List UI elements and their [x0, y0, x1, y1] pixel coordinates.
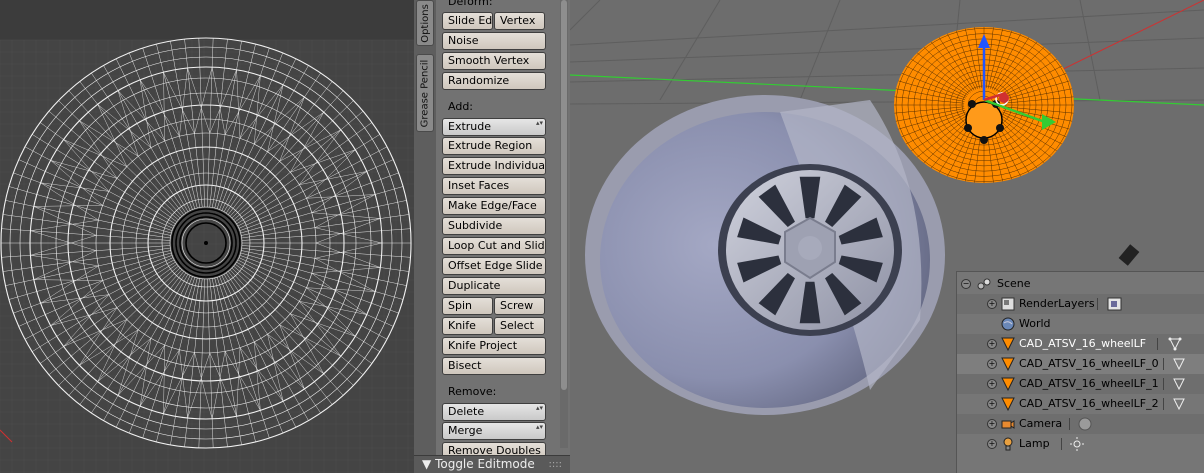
knife-select-button[interactable]: Select — [494, 317, 545, 335]
mesh-object-icon — [1001, 377, 1015, 391]
mesh-object-icon — [1001, 357, 1015, 371]
render-layers-icon — [1001, 297, 1015, 311]
outliner-row-wheel-2[interactable]: + CAD_ATSV_16_wheelLF_2 — [957, 394, 1204, 414]
delete-menu[interactable]: Delete — [442, 403, 546, 421]
outliner-item-label: Scene — [997, 277, 1031, 290]
camera-icon — [1001, 420, 1015, 429]
toggle-editmode-panel[interactable]: ▼ Toggle Editmode :::: — [414, 455, 570, 473]
separator — [1061, 438, 1062, 450]
offset-edge-slide-button[interactable]: Offset Edge Slide — [442, 257, 546, 275]
merge-menu[interactable]: Merge — [442, 422, 546, 440]
knife-project-button[interactable]: Knife Project — [442, 337, 546, 355]
expand-toggle-icon[interactable]: + — [987, 399, 997, 409]
knife-button[interactable]: Knife — [442, 317, 493, 335]
tab-options[interactable]: Options — [416, 0, 434, 46]
vertex-slide-button[interactable]: Vertex — [494, 12, 545, 30]
outliner-item-label: CAD_ATSV_16_wheelLF_2 — [1019, 397, 1159, 410]
collapse-toggle-icon[interactable]: − — [961, 279, 971, 289]
slide-edge-button[interactable]: Slide Ed — [442, 12, 493, 30]
mesh-object-icon — [1001, 337, 1015, 351]
expand-toggle-icon[interactable]: + — [987, 419, 997, 429]
loop-cut-and-slide-button[interactable]: Loop Cut and Slide — [442, 237, 546, 255]
outliner-item-label: RenderLayers — [1019, 297, 1095, 310]
spin-button[interactable]: Spin — [442, 297, 493, 315]
lamp-data-icon[interactable] — [1069, 436, 1085, 452]
outliner-row-wheel-0[interactable]: + CAD_ATSV_16_wheelLF_0 — [957, 354, 1204, 374]
add-section-label: Add: — [448, 100, 474, 113]
outliner-row-wheel-1[interactable]: + CAD_ATSV_16_wheelLF_1 — [957, 374, 1204, 394]
collapse-triangle-icon: ▼ — [422, 457, 432, 471]
outliner-item-label: Camera — [1019, 417, 1063, 430]
outliner-item-label: World — [1019, 317, 1051, 330]
screw-button[interactable]: Screw — [494, 297, 545, 315]
separator — [1163, 398, 1164, 410]
separator — [1163, 358, 1164, 370]
lamp-icon — [1003, 437, 1013, 451]
tool-shelf: Options Grease Pencil Deform: Slide Ed V… — [414, 0, 570, 473]
separator — [1157, 338, 1158, 350]
tools-panel: Deform: Slide Ed Vertex Noise Smooth Ver… — [438, 0, 558, 460]
expand-toggle-icon[interactable]: + — [987, 339, 997, 349]
tool-shelf-tabs: Options Grease Pencil — [414, 0, 436, 473]
scrollbar-thumb[interactable] — [561, 0, 567, 390]
inset-faces-button[interactable]: Inset Faces — [442, 177, 546, 195]
outliner-row-renderlayers[interactable]: + RenderLayers — [957, 294, 1204, 314]
deform-section-label: Deform: — [448, 0, 493, 8]
world-icon — [1001, 317, 1015, 331]
outliner-row-scene[interactable]: − Scene — [957, 274, 1204, 294]
grid-floor — [570, 0, 1204, 105]
subdivide-button[interactable]: Subdivide — [442, 217, 546, 235]
scene-icon — [977, 278, 991, 290]
separator — [1069, 418, 1070, 430]
mesh-data-icon[interactable] — [1167, 336, 1183, 352]
render-layer-restrict-icon[interactable] — [1107, 296, 1123, 312]
outliner-row-world[interactable]: World — [957, 314, 1204, 334]
mesh-data-icon[interactable] — [1171, 356, 1187, 372]
lamp-object-silhouette — [1118, 244, 1140, 266]
expand-toggle-icon[interactable]: + — [987, 379, 997, 389]
expand-toggle-icon[interactable]: + — [987, 359, 997, 369]
extrude-individual-button[interactable]: Extrude Individual — [442, 157, 546, 175]
outliner-item-label: CAD_ATSV_16_wheelLF_1 — [1019, 377, 1159, 390]
drag-grip-icon[interactable]: :::: — [549, 456, 562, 473]
extrude-region-button[interactable]: Extrude Region — [442, 137, 546, 155]
outliner-row-camera[interactable]: + Camera — [957, 414, 1204, 434]
outliner-row-lamp[interactable]: + Lamp — [957, 434, 1204, 454]
outliner-item-label: Lamp — [1019, 437, 1050, 450]
mesh-object-icon — [1001, 397, 1015, 411]
bisect-button[interactable]: Bisect — [442, 357, 546, 375]
noise-button[interactable]: Noise — [442, 32, 546, 50]
extrude-menu[interactable]: Extrude — [442, 118, 546, 136]
outliner-item-label: CAD_ATSV_16_wheelLF — [1019, 337, 1147, 350]
outliner-item-label: CAD_ATSV_16_wheelLF_0 — [1019, 357, 1159, 370]
separator — [1097, 298, 1098, 310]
tab-grease-pencil[interactable]: Grease Pencil — [416, 54, 434, 132]
x-axis-line — [570, 74, 1204, 106]
mesh-data-icon[interactable] — [1171, 396, 1187, 412]
make-edge-face-button[interactable]: Make Edge/Face — [442, 197, 546, 215]
toggle-editmode-label: Toggle Editmode — [435, 457, 535, 471]
expand-toggle-icon[interactable]: + — [987, 299, 997, 309]
tool-shelf-scrollbar[interactable] — [560, 0, 568, 448]
camera-data-icon[interactable] — [1077, 416, 1093, 432]
mesh-data-icon[interactable] — [1171, 376, 1187, 392]
outliner-panel: − Scene + RenderLayers World + CAD_ATSV_… — [956, 271, 1204, 473]
expand-toggle-icon[interactable]: + — [987, 439, 997, 449]
smooth-vertex-button[interactable]: Smooth Vertex — [442, 52, 546, 70]
wireframe-wheel-mesh — [0, 37, 414, 473]
outliner-row-wheel[interactable]: + CAD_ATSV_16_wheelLF — [957, 334, 1204, 354]
wheel-render — [585, 95, 945, 415]
left-3d-viewport[interactable] — [0, 0, 414, 473]
remove-section-label: Remove: — [448, 385, 497, 398]
duplicate-button[interactable]: Duplicate — [442, 277, 546, 295]
randomize-button[interactable]: Randomize — [442, 72, 546, 90]
separator — [1163, 378, 1164, 390]
